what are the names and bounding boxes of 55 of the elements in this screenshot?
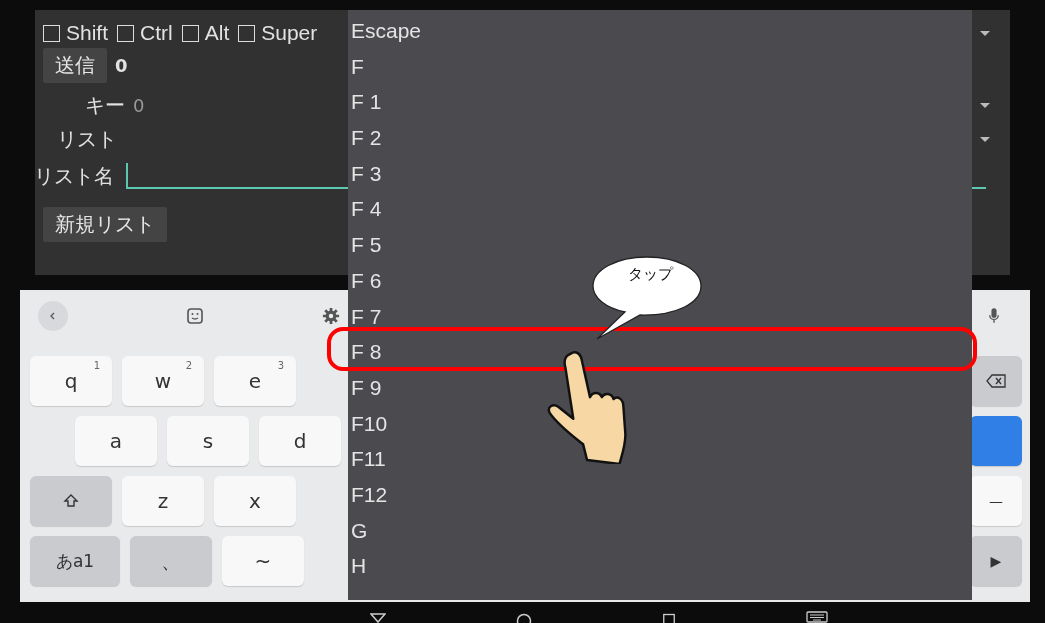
callout-text: タップ [628,265,673,284]
keyboard-key[interactable]: あa1 [30,536,120,586]
send-button[interactable]: 送信 [43,47,107,83]
checkbox[interactable]: Ctrl [117,21,173,45]
checkbox[interactable]: Alt [181,21,230,45]
dropdown-item[interactable]: F12 [348,476,388,513]
checkbox[interactable]: Super [238,21,318,45]
back-nav-icon[interactable] [370,613,386,623]
list-name-label: リスト名 [34,162,114,190]
dropdown-item[interactable]: G [348,512,368,549]
keyboard-key[interactable]: w 2 [122,356,204,406]
microphone-icon[interactable] [988,307,1000,325]
dropdown-arrow-icon[interactable] [980,102,990,108]
settings-icon[interactable] [322,307,340,325]
dropdown-item[interactable]: Escape [348,13,422,49]
key-hint: 1 [93,360,100,371]
send-value: 0 [115,54,128,76]
keyboard-key[interactable]: s [167,416,249,466]
backspace-icon [986,374,1006,388]
dropdown-item[interactable]: F11 [348,441,386,477]
new-list-button[interactable]: 新規リスト [43,206,167,242]
keyboard-key[interactable]: — [970,476,1022,526]
keyboard-key[interactable]: q 1 [30,356,112,406]
key-value: 0 [133,94,145,116]
keyboard-key[interactable]: ▶ [970,536,1022,586]
keyboard-key[interactable]: e 3 [214,356,296,406]
dropdown-item[interactable]: F 5 [348,227,382,263]
key-hint: 2 [185,360,192,371]
key-hint: 3 [277,360,284,371]
dropdown-item[interactable]: F 3 [348,155,382,192]
home-nav-icon[interactable] [516,613,532,623]
keyboard-key[interactable]: x [214,476,296,526]
dropdown-item[interactable]: F 2 [348,120,382,156]
keyboard-key[interactable]: 、 [130,536,212,586]
dropdown-arrow-icon[interactable] [980,136,990,142]
dropdown-item[interactable]: F 9 [348,369,382,406]
dropdown-arrow-icon[interactable] [980,30,990,36]
dropdown-item[interactable]: F 6 [348,262,382,299]
shift-icon [63,493,79,509]
dropdown-item[interactable]: F [348,48,364,85]
dropdown-item[interactable]: H [348,548,367,584]
dropdown-item[interactable]: F 1 [348,84,382,121]
checkbox[interactable]: Shift [43,21,109,45]
keyboard-key[interactable]: z [122,476,204,526]
dropdown-item[interactable]: F 4 [348,191,382,228]
sticker-icon[interactable] [186,307,204,325]
key-label: キー [85,91,125,119]
keyboard-key[interactable]: ~ [222,536,304,586]
keyboard-key[interactable]: a [75,416,157,466]
dropdown-item[interactable]: F10 [348,405,388,442]
keyboard-nav-icon[interactable] [806,611,828,623]
keyboard-key[interactable]: d [259,416,341,466]
recents-nav-icon[interactable] [662,613,676,623]
backspace-key[interactable] [970,356,1022,406]
list-label: リスト [57,125,117,153]
